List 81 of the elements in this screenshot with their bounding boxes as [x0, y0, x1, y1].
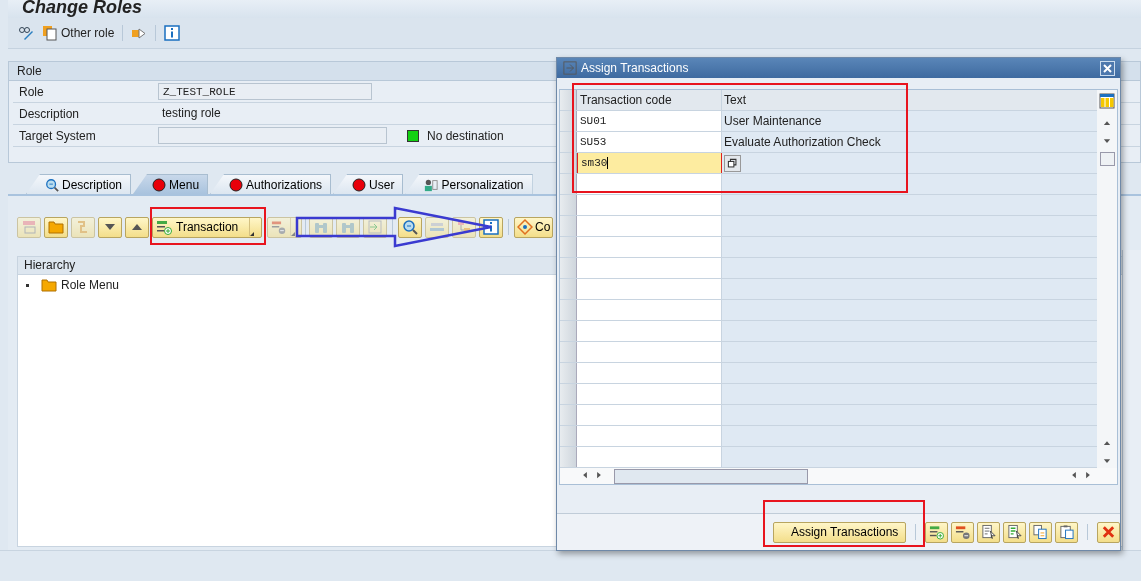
- transaction-button[interactable]: Transaction: [152, 216, 262, 238]
- magnifier-icon: [402, 219, 418, 235]
- select-button[interactable]: [977, 521, 1001, 543]
- other-role-button[interactable]: Other role: [42, 25, 115, 41]
- paste-button[interactable]: [1055, 521, 1079, 543]
- remove-row-icon: [271, 219, 286, 235]
- tab[interactable]: Authorizations: [210, 174, 332, 194]
- folder-button[interactable]: [44, 216, 68, 238]
- close-icon: [1101, 524, 1116, 540]
- move-down-button[interactable]: [98, 216, 122, 238]
- toolbar-button[interactable]: Co: [514, 216, 554, 238]
- tree-button[interactable]: [452, 216, 476, 238]
- move-button[interactable]: [363, 216, 387, 238]
- tab[interactable]: Description: [26, 174, 132, 194]
- node-icon: [21, 219, 37, 235]
- glasses-pencil-icon: [18, 25, 34, 41]
- find-next-button[interactable]: [336, 216, 360, 238]
- close-button[interactable]: [1100, 60, 1115, 76]
- status-icon: [229, 177, 244, 192]
- copy-icon: [727, 157, 738, 169]
- add-row-icon: [156, 219, 172, 235]
- status-icon: [352, 177, 367, 192]
- role-field[interactable]: Z_TEST_ROLE: [158, 83, 372, 100]
- node-button[interactable]: [17, 216, 41, 238]
- add-row-icon: [929, 524, 945, 540]
- tab[interactable]: User: [333, 174, 404, 194]
- panel-title: Role: [17, 64, 42, 78]
- scroll-thumb[interactable]: [614, 468, 808, 484]
- table-cell[interactable]: SU53: [577, 132, 722, 152]
- bar-button[interactable]: [425, 216, 449, 238]
- display-change-button[interactable]: [18, 25, 34, 41]
- scroll-thumb[interactable]: [1099, 152, 1115, 166]
- status-light-icon: [407, 129, 419, 142]
- find-button[interactable]: [309, 216, 333, 238]
- folder-icon: [41, 277, 57, 293]
- code-input[interactable]: sm30: [577, 153, 722, 173]
- copy-icon: [1033, 524, 1049, 540]
- info-button[interactable]: [164, 25, 181, 41]
- field-label: Role: [18, 84, 45, 99]
- remove-button[interactable]: [267, 216, 302, 238]
- delete-row-button[interactable]: [951, 521, 975, 543]
- remove-row-icon: [955, 524, 971, 540]
- magnifier-icon: [45, 177, 59, 192]
- person-icon: [424, 177, 439, 192]
- table-cell-text: User Maintenance: [724, 113, 822, 130]
- bullet-icon: [26, 283, 29, 287]
- move-icon: [367, 219, 383, 235]
- insert-row-button[interactable]: [925, 521, 949, 543]
- documents-icon: [42, 25, 58, 41]
- tab[interactable]: Menu: [133, 174, 209, 194]
- info-icon: [164, 25, 181, 41]
- select-all-button[interactable]: [1003, 521, 1027, 543]
- folder-icon: [48, 219, 64, 235]
- select-icon: [981, 524, 997, 540]
- copy-button[interactable]: [1029, 521, 1053, 543]
- cancel-button[interactable]: [1097, 521, 1120, 543]
- status-icon: [152, 177, 167, 192]
- tree-item[interactable]: Role Menu: [61, 278, 120, 292]
- assign-button[interactable]: Assign Transactions: [773, 521, 907, 543]
- table-cell-text: Evaluate Authorization Check: [724, 134, 881, 151]
- dialog-title: Assign Transactions: [581, 61, 689, 75]
- column-settings-button[interactable]: [1099, 93, 1115, 112]
- select-icon: [1007, 524, 1023, 540]
- zoom-button[interactable]: [398, 216, 422, 238]
- paste-icon: [1059, 524, 1075, 540]
- table-cell[interactable]: SU01: [577, 111, 722, 131]
- column-header[interactable]: Text: [722, 90, 1097, 110]
- field-label: Description: [18, 106, 81, 121]
- exit-button[interactable]: [131, 25, 148, 41]
- move-up-button[interactable]: [125, 216, 149, 238]
- description-field[interactable]: testing role: [158, 105, 221, 122]
- diamond-icon: [517, 219, 533, 235]
- field-label: Target System: [18, 128, 97, 143]
- tab[interactable]: Personalization: [405, 174, 533, 194]
- arrow-out-icon: [131, 25, 148, 41]
- target-system-field[interactable]: [158, 127, 387, 144]
- column-header[interactable]: Transaction code: [577, 90, 722, 110]
- status-text: No destination: [427, 128, 504, 143]
- value-help-button[interactable]: [724, 154, 741, 172]
- column-header: Hierarchy: [24, 258, 76, 272]
- dialog-icon: [563, 61, 577, 75]
